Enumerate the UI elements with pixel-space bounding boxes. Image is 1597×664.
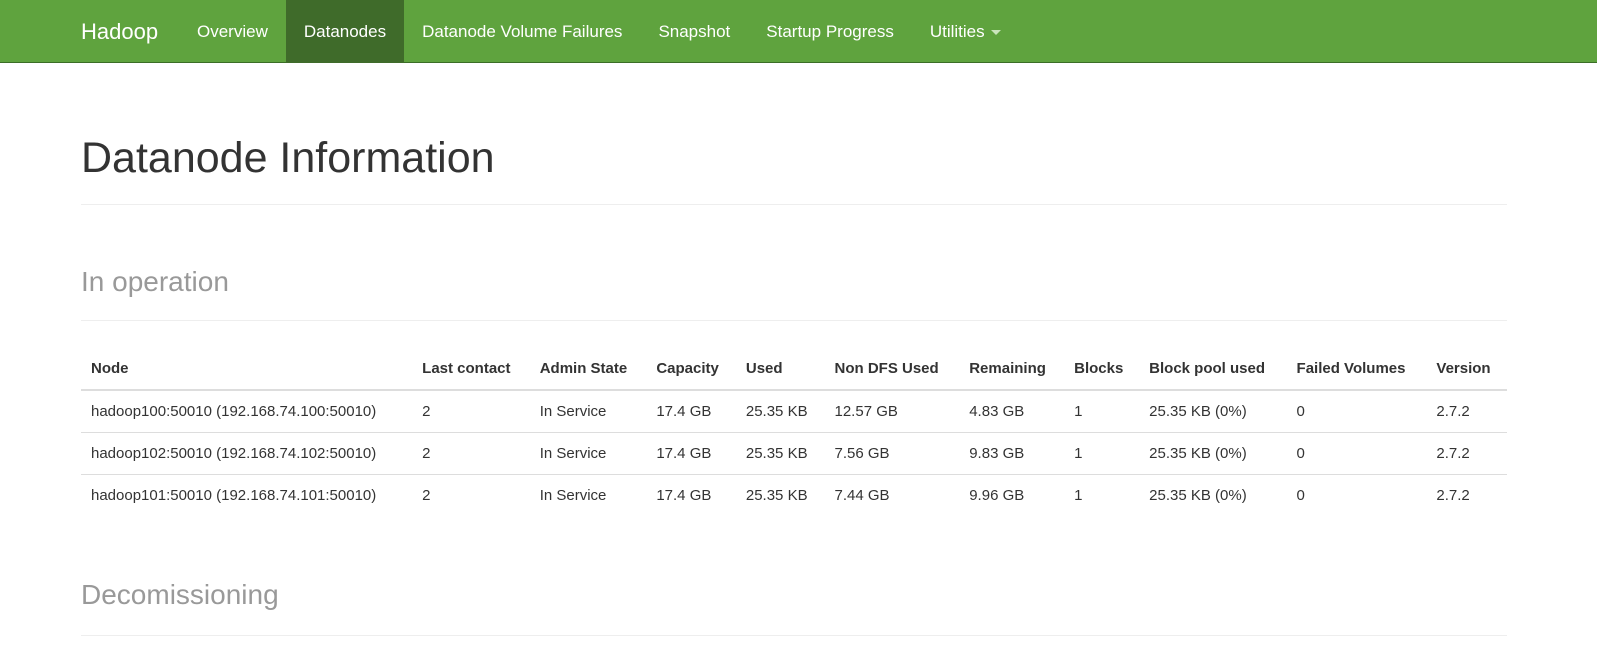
table-cell: 9.83 GB: [959, 432, 1065, 476]
nav-item-overview[interactable]: Overview: [179, 0, 286, 63]
column-header[interactable]: Node: [81, 347, 413, 392]
table-cell: 2: [412, 390, 530, 434]
column-header[interactable]: Block pool used: [1139, 347, 1287, 392]
table-cell: In Service: [529, 390, 647, 434]
brand-link[interactable]: Hadoop: [81, 0, 158, 63]
nav-item-datanode-volume-failures[interactable]: Datanode Volume Failures: [404, 0, 640, 63]
in-operation-title: In operation: [81, 266, 229, 298]
table-cell: 4.83 GB: [959, 390, 1065, 434]
table-cell: 7.44 GB: [834, 487, 890, 505]
top-navbar: Hadoop Overview Datanodes Datanode Volum…: [0, 0, 1597, 63]
nav-item-datanodes[interactable]: Datanodes: [285, 0, 405, 63]
column-header[interactable]: Admin State: [529, 347, 647, 392]
table-cell: 0: [1286, 390, 1427, 434]
node-cell: hadoop100:50010 (192.168.74.100:50010): [81, 390, 413, 434]
main-content: Datanode Information In operation Node La…: [81, 63, 1507, 636]
nav-item-utilities-label: Utilities: [929, 22, 985, 41]
datanode-table: Node Last contact Admin State Capacity Used N…: [81, 347, 1507, 516]
table-cell: 7.56 GB: [824, 432, 960, 476]
table-cell: 25.35 KB: [745, 487, 808, 505]
table-row: hadoop102:50010 (192.168.74.102:50010) 2 I…: [81, 432, 1507, 476]
page-header: Datanode Information: [81, 134, 1507, 206]
table-cell: 25.35 KB (0%): [1139, 432, 1287, 476]
column-header[interactable]: Remaining: [959, 347, 1065, 392]
table-cell: 17.4 GB: [656, 487, 712, 505]
table-cell: 17.4 GB: [646, 432, 736, 476]
nav-item-utilities[interactable]: Utilities: [912, 0, 1019, 63]
column-header[interactable]: Non DFS Used: [824, 347, 960, 392]
table-cell: 2.7.2: [1426, 432, 1507, 476]
node-cell: hadoop101:50010 (192.168.74.101:50010): [91, 487, 377, 505]
table-cell: 1: [1074, 487, 1083, 505]
table-row: hadoop101:50010 (192.168.74.101:50010) 2 I…: [81, 475, 1507, 517]
table-cell: 17.4 GB: [646, 390, 736, 434]
in-operation-section-header: In operation: [81, 266, 1507, 322]
table-cell: In Service: [529, 432, 647, 476]
column-header[interactable]: Failed Volumes: [1286, 347, 1427, 392]
table-cell: 12.57 GB: [824, 390, 960, 434]
table-cell: 1: [1064, 432, 1140, 476]
column-header[interactable]: Last contact: [412, 347, 530, 392]
table-cell: 2.7.2: [1436, 487, 1470, 505]
column-header[interactable]: Blocks: [1064, 347, 1140, 392]
table-cell: 0: [1286, 432, 1427, 476]
node-cell: hadoop102:50010 (192.168.74.102:50010): [81, 432, 413, 476]
table-cell: 25.35 KB (0%): [1149, 487, 1247, 505]
table-cell: 25.35 KB (0%): [1139, 390, 1287, 434]
table-cell: 25.35 KB: [735, 390, 825, 434]
table-cell: In Service: [539, 487, 607, 505]
decommissioning-section-header: Decomissioning: [81, 579, 1507, 636]
table-cell: 2.7.2: [1426, 390, 1507, 434]
table-row: hadoop100:50010 (192.168.74.100:50010) 2 I…: [81, 390, 1507, 434]
table-cell: 0: [1296, 487, 1305, 505]
decommissioning-title: Decomissioning: [81, 579, 279, 611]
table-header-row: Node Last contact Admin State Capacity Used N…: [81, 347, 1507, 392]
table-cell: 2: [422, 487, 431, 505]
nav-item-startup-progress[interactable]: Startup Progress: [748, 0, 912, 63]
page-title: Datanode Information: [81, 134, 495, 182]
table-cell: 2: [412, 432, 530, 476]
table-cell: 25.35 KB: [735, 432, 825, 476]
column-header[interactable]: Used: [735, 347, 825, 392]
column-header[interactable]: Version: [1426, 347, 1507, 392]
table-cell: 1: [1064, 390, 1140, 434]
table-body: hadoop100:50010 (192.168.74.100:50010) 2 I…: [81, 390, 1507, 516]
column-header[interactable]: Capacity: [646, 347, 736, 392]
caret-down-icon: [990, 30, 1001, 36]
nav-menu: Overview Datanodes Datanode Volume Failu…: [179, 0, 1019, 63]
table-cell: 9.96 GB: [969, 487, 1025, 505]
nav-item-snapshot[interactable]: Snapshot: [640, 0, 748, 63]
